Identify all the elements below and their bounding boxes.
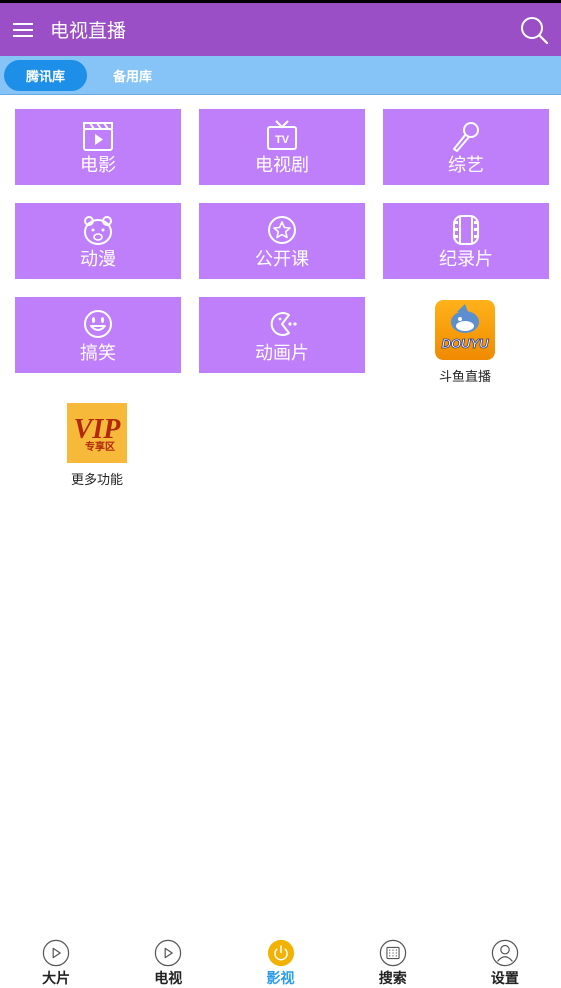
app-bar: 电视直播 [0, 3, 561, 56]
category-label: 动画片 [255, 343, 309, 364]
tv-icon: TV [265, 119, 299, 153]
keypad-icon [379, 939, 406, 967]
category-documentary[interactable]: 纪录片 [383, 203, 549, 279]
svg-text:DOUYU: DOUYU [442, 336, 490, 351]
category-cartoon[interactable]: 动画片 [199, 297, 365, 373]
star-badge-icon [265, 213, 299, 247]
microphone-icon [449, 119, 483, 153]
category-label: 电视剧 [255, 155, 309, 176]
category-label: 动漫 [80, 249, 116, 270]
play-circle-icon [42, 939, 70, 967]
nav-video[interactable]: 影视 [224, 928, 336, 988]
category-label: 搞笑 [80, 343, 116, 364]
source-tabs: 腾讯库 备用库 [0, 56, 561, 95]
app-more-features[interactable]: VIP 专享区 更多功能 [37, 403, 157, 488]
nav-label: 搜索 [378, 971, 407, 987]
tab-tencent[interactable]: 腾讯库 [4, 59, 88, 91]
category-label: 公开课 [255, 249, 309, 270]
nav-label: 影视 [266, 971, 295, 987]
category-tv-series[interactable]: TV 电视剧 [199, 109, 365, 185]
category-label: 综艺 [448, 155, 484, 176]
category-label: 纪录片 [439, 249, 493, 270]
bear-icon [81, 213, 115, 247]
douyu-logo: DOUYU [435, 300, 495, 360]
search-button[interactable] [507, 3, 561, 56]
svg-text:VIP: VIP [74, 414, 122, 445]
bottom-navigation: 大片 电视 影视 搜索 设置 [0, 928, 561, 988]
movie-clapper-icon [81, 119, 115, 153]
power-icon [267, 939, 294, 967]
nav-blockbuster[interactable]: 大片 [0, 928, 112, 988]
film-reel-icon [449, 213, 483, 247]
nav-label: 电视 [154, 971, 183, 987]
svg-text:专享区: 专享区 [85, 440, 115, 453]
app-label: 更多功能 [70, 473, 123, 488]
category-funny[interactable]: 搞笑 [15, 297, 181, 373]
hamburger-icon [13, 22, 33, 37]
app-title: 电视直播 [50, 20, 127, 42]
nav-search[interactable]: 搜索 [337, 928, 449, 988]
tab-backup[interactable]: 备用库 [91, 60, 174, 91]
smiley-icon [81, 307, 115, 341]
category-open-course[interactable]: 公开课 [199, 203, 365, 279]
menu-button[interactable] [0, 3, 46, 56]
nav-tv[interactable]: 电视 [112, 928, 224, 988]
app-douyu[interactable]: DOUYU 斗鱼直播 [405, 300, 525, 385]
category-anime[interactable]: 动漫 [15, 203, 181, 279]
nav-settings[interactable]: 设置 [449, 928, 561, 988]
category-variety[interactable]: 综艺 [383, 109, 549, 185]
category-label: 电影 [80, 155, 116, 176]
vip-logo: VIP 专享区 [67, 403, 127, 463]
svg-text:TV: TV [275, 134, 290, 146]
pacman-icon [265, 307, 299, 341]
nav-label: 设置 [490, 971, 519, 987]
category-movie[interactable]: 电影 [15, 109, 181, 185]
nav-label: 大片 [42, 971, 71, 987]
user-icon [491, 939, 519, 967]
search-icon [521, 16, 549, 44]
app-label: 斗鱼直播 [438, 370, 491, 385]
play-circle-icon [155, 939, 182, 967]
